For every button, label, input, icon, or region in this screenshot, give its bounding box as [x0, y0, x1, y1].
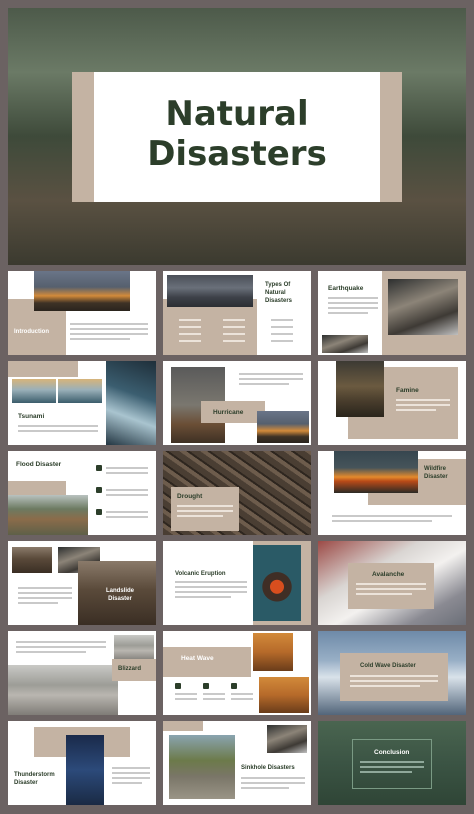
slide-title: Conclusion	[374, 749, 410, 756]
slide-conclusion[interactable]: Conclusion	[318, 721, 466, 805]
slide-photo	[34, 271, 130, 311]
cover-slide[interactable]: Natural Disasters	[8, 8, 466, 265]
slide-title: Flood Disaster	[16, 461, 62, 468]
slide-photo	[267, 725, 307, 753]
slide-photo	[253, 633, 293, 671]
bullet-icon	[231, 683, 237, 689]
slide-avalanche[interactable]: Avalanche	[318, 541, 466, 625]
slide-introduction[interactable]: Introduction	[8, 271, 156, 355]
slide-types[interactable]: Types Of Natural Disasters	[163, 271, 311, 355]
slide-title: Cold Wave Disaster	[360, 663, 416, 669]
slide-tsunami[interactable]: Tsunami	[8, 361, 156, 445]
slide-photo	[8, 665, 118, 715]
slide-photo	[259, 677, 309, 713]
slide-title: Sinkhole Disasters	[241, 765, 295, 771]
bullet-icon	[96, 487, 102, 493]
slide-title: Heat Wave	[181, 655, 214, 662]
slide-photo	[66, 735, 104, 805]
slide-drought[interactable]: Drought	[163, 451, 311, 535]
slide-thunderstorm[interactable]: Thunderstorm Disaster	[8, 721, 156, 805]
slide-landslide[interactable]: Landslide Disaster	[8, 541, 156, 625]
slide-photo	[334, 451, 418, 493]
slide-title: Blizzard	[118, 666, 142, 672]
slide-photo	[169, 735, 235, 799]
slide-photo	[12, 547, 52, 573]
slide-title: Earthquake	[328, 285, 364, 292]
slide-title: Wildfire Disaster	[424, 466, 448, 480]
slide-title: Drought	[177, 493, 203, 500]
slide-title: Landslide Disaster	[105, 588, 134, 602]
slide-photo	[253, 545, 301, 621]
slide-title: Types Of Natural Disasters	[265, 282, 293, 304]
slide-title: Volcanic Eruption	[175, 571, 226, 577]
slide-coldwave[interactable]: Cold Wave Disaster	[318, 631, 466, 715]
slide-title: Hurricane	[213, 409, 244, 416]
slide-photo	[8, 495, 88, 535]
slide-famine[interactable]: Famine	[318, 361, 466, 445]
slide-earthquake[interactable]: Earthquake	[318, 271, 466, 355]
slide-heatwave[interactable]: Heat Wave	[163, 631, 311, 715]
slide-hurricane[interactable]: Hurricane	[163, 361, 311, 445]
bullet-icon	[175, 683, 181, 689]
slide-photo	[322, 335, 368, 353]
slide-title: Avalanche	[372, 571, 405, 578]
slide-photo	[336, 361, 384, 417]
slide-photo	[12, 379, 56, 403]
bullet-icon	[96, 509, 102, 515]
bullet-icon	[96, 465, 102, 471]
bullet-icon	[203, 683, 209, 689]
slide-photo	[58, 379, 102, 403]
slide-photo	[257, 411, 309, 443]
slide-photo	[114, 635, 154, 661]
slide-blizzard[interactable]: Blizzard	[8, 631, 156, 715]
slide-title: Thunderstorm Disaster	[14, 772, 55, 786]
slide-sinkhole[interactable]: Sinkhole Disasters	[163, 721, 311, 805]
slide-volcanic[interactable]: Volcanic Eruption	[163, 541, 311, 625]
slide-photo	[106, 361, 156, 445]
slide-title: Introduction	[14, 329, 49, 335]
slide-flood[interactable]: Flood Disaster	[8, 451, 156, 535]
slide-title: Famine	[396, 387, 419, 394]
slide-photo	[388, 279, 458, 335]
slide-wildfire[interactable]: Wildfire Disaster	[318, 451, 466, 535]
slide-photo	[167, 275, 253, 307]
slide-title: Tsunami	[18, 413, 45, 420]
cover-title: Natural Disasters	[147, 94, 327, 174]
